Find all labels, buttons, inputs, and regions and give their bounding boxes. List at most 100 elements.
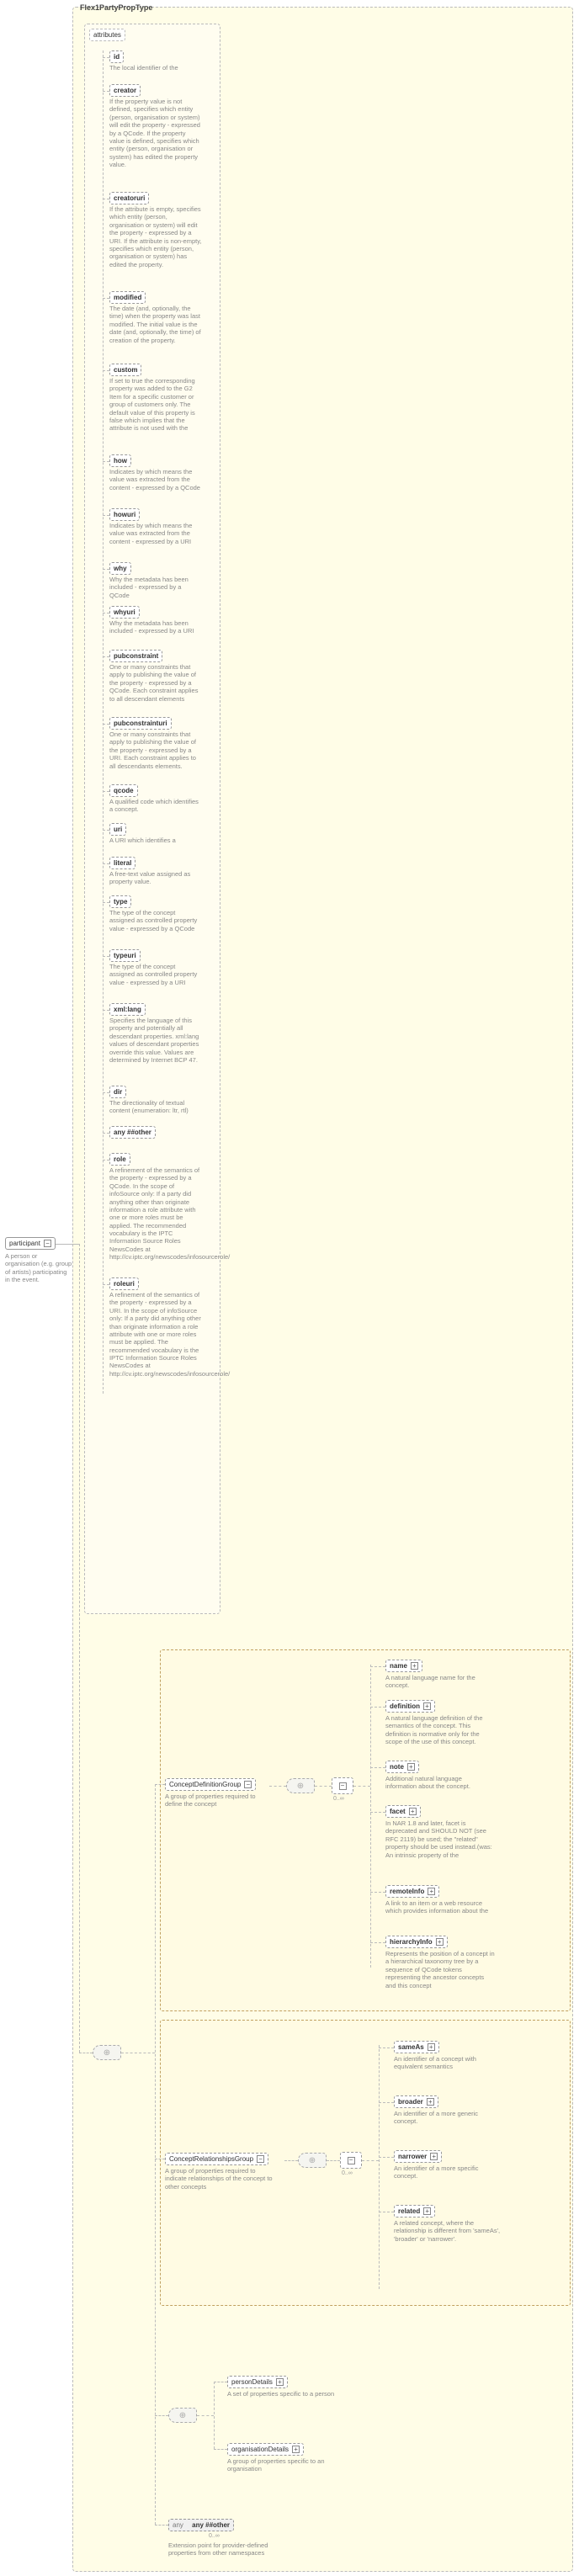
cdg-desc: A group of properties required to define…	[165, 1793, 274, 1809]
attr-roleuri[interactable]: roleuri	[109, 1277, 139, 1290]
expand-icon[interactable]: +	[407, 1763, 415, 1771]
attr-uri[interactable]: uri	[109, 823, 126, 836]
attr-xml-lang[interactable]: xml:lang	[109, 1003, 146, 1016]
connector	[379, 2102, 394, 2103]
connector	[353, 1786, 370, 1787]
crg-item-label: sameAs	[398, 2043, 424, 2051]
cdg-item-facet[interactable]: facet+	[385, 1805, 421, 1818]
crg-item-sameas[interactable]: sameAs +	[394, 2041, 439, 2053]
connector	[103, 461, 109, 462]
attr-label: howuri	[114, 511, 135, 518]
expand-icon[interactable]: +	[411, 1662, 418, 1670]
connector	[103, 57, 109, 58]
expand-icon[interactable]: −	[348, 2157, 355, 2164]
connector	[103, 91, 109, 92]
attr-label: creator	[114, 87, 136, 94]
expand-icon[interactable]: +	[430, 2153, 438, 2160]
connector	[315, 1786, 332, 1787]
crg-node[interactable]: ConceptRelationshipsGroup −	[165, 2153, 268, 2165]
crg-item-desc: An identifier of a concept with equivale…	[394, 2055, 503, 2071]
org-details-label: organisationDetails	[231, 2446, 289, 2453]
attr-desc: Specifies the language of this property …	[109, 1017, 202, 1064]
connector	[103, 1133, 109, 1134]
attr-role[interactable]: role	[109, 1153, 130, 1166]
expand-icon[interactable]: +	[276, 2378, 284, 2386]
cdg-item-note[interactable]: note+	[385, 1761, 419, 1773]
attr-pubconstraint[interactable]: pubconstraint	[109, 650, 162, 662]
attr-qcode[interactable]: qcode	[109, 784, 138, 797]
sequence-composer-main	[93, 2045, 121, 2060]
expand-icon[interactable]: −	[339, 1782, 347, 1790]
expand-icon[interactable]: +	[292, 2446, 300, 2453]
expand-icon[interactable]: +	[409, 1808, 417, 1815]
cdg-card: 0..∞	[333, 1796, 344, 1802]
attributes-header: attributes	[89, 29, 125, 41]
connector	[370, 1666, 385, 1667]
root-element[interactable]: participant −	[5, 1237, 56, 1250]
attr-why[interactable]: why	[109, 562, 131, 575]
attr-desc: Why the metadata has been included - exp…	[109, 576, 202, 599]
attr-desc: Indicates by which means the value was e…	[109, 522, 202, 545]
attr-creatoruri[interactable]: creatoruri	[109, 192, 149, 204]
attr-label: pubconstrainturi	[114, 720, 167, 727]
connector	[370, 1812, 385, 1813]
attr-custom[interactable]: custom	[109, 364, 141, 376]
details-choice	[168, 2408, 197, 2423]
crg-item-narrower[interactable]: narrower+	[394, 2150, 442, 2163]
connector	[155, 1784, 156, 2525]
connector	[284, 2160, 298, 2161]
connector	[79, 1244, 80, 2053]
connector	[327, 2160, 340, 2161]
connector	[197, 2415, 214, 2416]
attr-type[interactable]: type	[109, 895, 131, 908]
expand-icon[interactable]: +	[427, 2098, 434, 2106]
cdg-node[interactable]: ConceptDefinitionGroup −	[165, 1778, 256, 1791]
attr-whyuri[interactable]: whyuri	[109, 606, 140, 619]
attr-pubconstrainturi[interactable]: pubconstrainturi	[109, 717, 172, 730]
attr-label: literal	[114, 859, 131, 867]
expand-icon[interactable]: +	[423, 2207, 431, 2215]
diagram-canvas: Flex1PartyPropType participant − A perso…	[0, 0, 579, 2576]
expand-icon[interactable]: +	[428, 1888, 435, 1895]
any-other-node[interactable]: any any ##other	[168, 2519, 234, 2531]
expand-icon[interactable]: +	[423, 1702, 431, 1710]
attr-desc: The date (and, optionally, the time) whe…	[109, 305, 202, 344]
crg-item-broader[interactable]: broader+	[394, 2095, 438, 2108]
attr-desc: Indicates by which means the value was e…	[109, 468, 202, 491]
attr-creator[interactable]: creator	[109, 84, 141, 97]
cdg-item-remoteinfo[interactable]: remoteInfo+	[385, 1885, 439, 1898]
attr-desc: The type of the concept assigned as cont…	[109, 963, 202, 986]
attr-how[interactable]: how	[109, 454, 131, 467]
attr-label: xml:lang	[114, 1006, 141, 1013]
expand-icon[interactable]: −	[257, 2155, 264, 2163]
expand-icon[interactable]: +	[428, 2043, 435, 2051]
attr-id[interactable]: id	[109, 50, 124, 63]
attr-dir[interactable]: dir	[109, 1086, 126, 1098]
connector	[155, 2525, 168, 2526]
attributes-label: attributes	[93, 31, 121, 39]
cdg-item-label: hierarchyInfo	[390, 1938, 433, 1946]
attr-label: role	[114, 1155, 126, 1163]
connector	[103, 956, 109, 957]
person-details-node[interactable]: personDetails +	[227, 2376, 288, 2388]
expand-icon[interactable]: −	[244, 1781, 252, 1788]
org-details-node[interactable]: organisationDetails +	[227, 2443, 304, 2456]
attr-literal[interactable]: literal	[109, 857, 135, 869]
cdg-item-desc: Additional natural language information …	[385, 1775, 495, 1791]
cdg-item-name[interactable]: name+	[385, 1660, 422, 1672]
attr-typeuri[interactable]: typeuri	[109, 949, 141, 962]
connector	[103, 724, 109, 725]
cdg-item-desc: Represents the position of a concept in …	[385, 1950, 495, 1989]
cdg-item-hierarchyinfo[interactable]: hierarchyInfo+	[385, 1936, 448, 1948]
attr-howuri[interactable]: howuri	[109, 508, 140, 521]
cdg-item-desc: A natural language definition of the sem…	[385, 1714, 495, 1746]
expand-icon[interactable]: +	[436, 1938, 444, 1946]
crg-item-related[interactable]: related+	[394, 2205, 435, 2217]
attr-modified[interactable]: modified	[109, 291, 146, 304]
expand-icon[interactable]: −	[44, 1240, 51, 1247]
connector	[370, 1665, 371, 1968]
attr-any---other[interactable]: any ##other	[109, 1126, 156, 1139]
cdg-item-definition[interactable]: definition+	[385, 1700, 435, 1713]
attr-label: qcode	[114, 787, 134, 794]
attr-label: creatoruri	[114, 194, 145, 202]
